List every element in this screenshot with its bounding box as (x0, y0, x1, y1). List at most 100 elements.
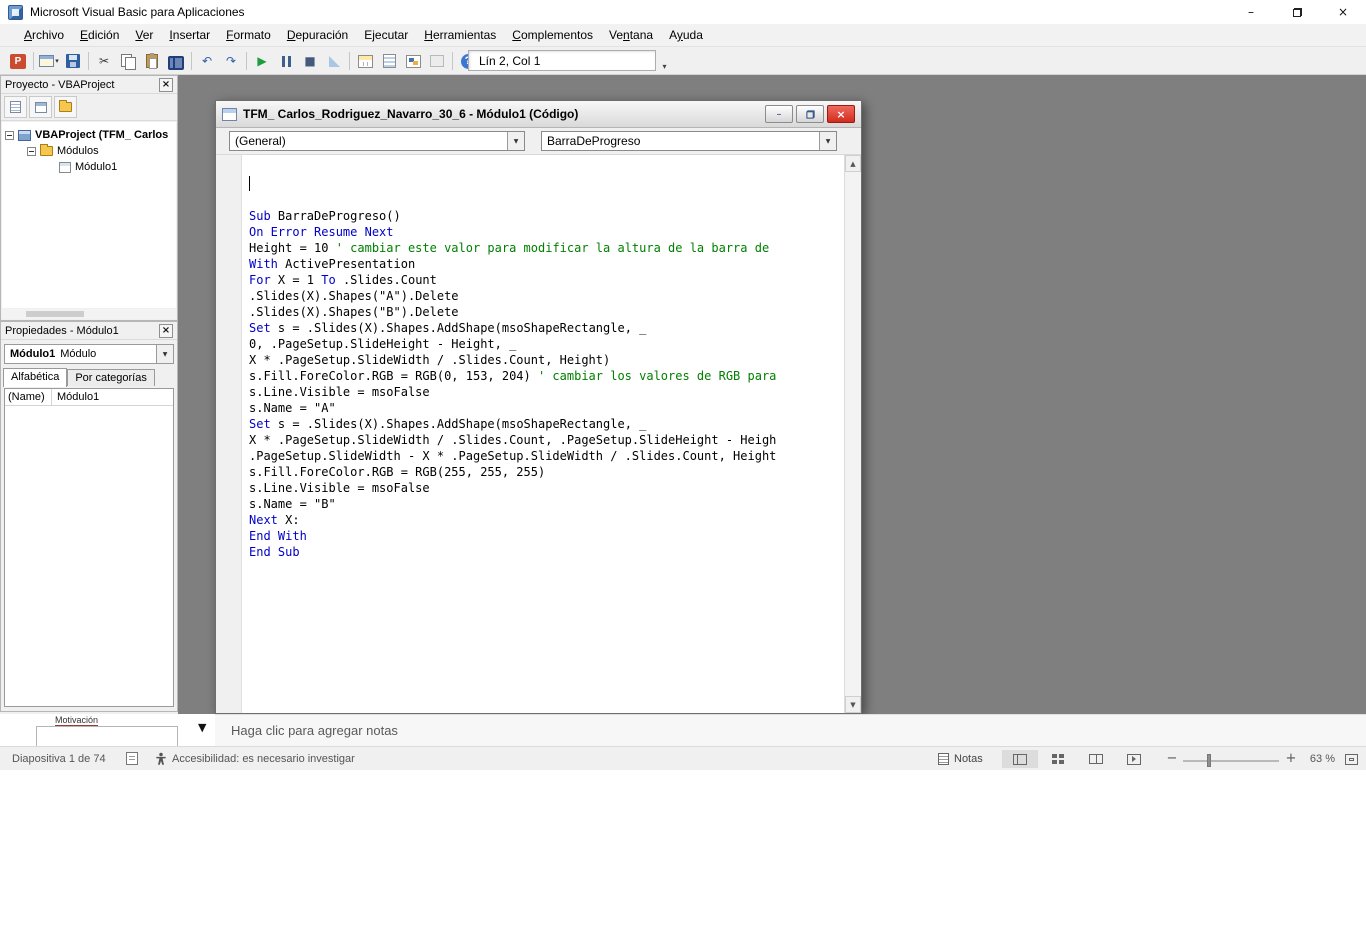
menu-item-complementos[interactable]: Complementos (504, 25, 601, 45)
object-dropdown-arrow-icon[interactable]: ▼ (507, 132, 524, 150)
close-button[interactable]: × (1320, 0, 1366, 24)
properties-panel-titlebar[interactable]: Propiedades - Módulo1 × (1, 322, 177, 340)
object-dropdown[interactable]: (General) ▼ (229, 131, 525, 151)
scroll-down-button[interactable]: ▼ (845, 696, 861, 713)
break-button[interactable] (274, 49, 298, 73)
view-code-button[interactable] (4, 96, 27, 118)
code-line-21[interactable]: End With (249, 528, 844, 544)
collapse-box-icon[interactable] (27, 147, 36, 156)
view-slide-sorter-button[interactable] (1040, 750, 1076, 768)
collapse-box-icon[interactable] (5, 131, 14, 140)
code-line-4[interactable]: With ActivePresentation (249, 256, 844, 272)
procedure-dropdown[interactable]: BarraDeProgreso ▼ (541, 131, 837, 151)
cut-button[interactable]: ✂ (92, 49, 116, 73)
view-normal-button[interactable] (1002, 750, 1038, 768)
view-powerpoint-button[interactable] (6, 49, 30, 73)
code-line-2[interactable]: On Error Resume Next (249, 224, 844, 240)
code-window-titlebar[interactable]: TFM_ Carlos_Rodriguez_Navarro_30_6 - Mód… (216, 101, 861, 128)
tab-por-categorias[interactable]: Por categorías (67, 369, 155, 386)
properties-panel-close-button[interactable]: × (159, 324, 173, 338)
menu-item-ventana[interactable]: Ventana (601, 25, 661, 45)
code-editor[interactable]: Sub BarraDeProgreso()On Error Resume Nex… (242, 155, 844, 713)
view-slideshow-button[interactable] (1116, 750, 1152, 768)
code-line-13[interactable]: s.Name = "A" (249, 400, 844, 416)
find-button[interactable] (164, 49, 188, 73)
hscroll-thumb[interactable] (26, 311, 84, 317)
toggle-folders-button[interactable] (54, 96, 77, 118)
code-line-20[interactable]: Next X: (249, 512, 844, 528)
menu-item-archivo[interactable]: Archivo (16, 25, 72, 45)
code-line-8[interactable]: Set s = .Slides(X).Shapes.AddShape(msoSh… (249, 320, 844, 336)
code-vscrollbar[interactable]: ▲ ▼ (844, 155, 861, 713)
code-window-minimize-button[interactable]: – (765, 105, 793, 123)
property-row-name[interactable]: (Name) Módulo1 (5, 389, 173, 406)
code-line-17[interactable]: s.Fill.ForeColor.RGB = RGB(255, 255, 255… (249, 464, 844, 480)
margin-indicator-bar[interactable] (216, 155, 242, 713)
slide-thumbnail[interactable]: Motivación (0, 714, 215, 746)
proofing-errors-icon[interactable] (126, 752, 138, 765)
copy-button[interactable] (116, 49, 140, 73)
save-button[interactable] (61, 49, 85, 73)
redo-button[interactable]: ↷ (219, 49, 243, 73)
zoom-slider-track[interactable] (1183, 760, 1279, 762)
code-window-close-button[interactable]: × (827, 105, 855, 123)
project-panel-titlebar[interactable]: Proyecto - VBAProject × (1, 76, 177, 94)
run-button[interactable]: ▶ (250, 49, 274, 73)
menu-item-depuracion[interactable]: Depuración (279, 25, 356, 45)
code-line-1[interactable]: Sub BarraDeProgreso() (249, 208, 844, 224)
undo-button[interactable]: ↶ (195, 49, 219, 73)
code-line-16[interactable]: .PageSetup.SlideWidth - X * .PageSetup.S… (249, 448, 844, 464)
code-line-3[interactable]: Height = 10 ' cambiar este valor para mo… (249, 240, 844, 256)
tree-item-vbaproject[interactable]: VBAProject (TFM_ Carlos (2, 127, 176, 143)
view-object-button[interactable] (29, 96, 52, 118)
zoom-slider-thumb[interactable] (1207, 754, 1211, 767)
menu-item-edicion[interactable]: Edición (72, 25, 127, 45)
tree-item-modulo1[interactable]: Módulo1 (2, 159, 176, 175)
code-line-14[interactable]: Set s = .Slides(X).Shapes.AddShape(msoSh… (249, 416, 844, 432)
project-panel-close-button[interactable]: × (159, 78, 173, 92)
menu-item-insertar[interactable]: Insertar (161, 25, 218, 45)
project-explorer-button[interactable] (353, 49, 377, 73)
code-line-12[interactable]: s.Line.Visible = msoFalse (249, 384, 844, 400)
code-line-10[interactable]: X * .PageSetup.SlideWidth / .Slides.Coun… (249, 352, 844, 368)
code-line-5[interactable]: For X = 1 To .Slides.Count (249, 272, 844, 288)
code-line-9[interactable]: 0, .PageSetup.SlideHeight - Height, _ (249, 336, 844, 352)
menu-item-ejecutar[interactable]: Ejecutar (356, 25, 416, 45)
toolbox-button[interactable] (425, 49, 449, 73)
code-line-22[interactable]: End Sub (249, 544, 844, 560)
zoom-out-button[interactable]: − (1164, 751, 1180, 766)
paste-button[interactable] (140, 49, 164, 73)
vba-titlebar[interactable]: Microsoft Visual Basic para Aplicaciones… (0, 0, 1366, 24)
object-browser-button[interactable] (401, 49, 425, 73)
tree-item-modulos[interactable]: Módulos (2, 143, 176, 159)
toolbar-options-button[interactable]: ▾ (658, 50, 671, 71)
properties-window-button[interactable] (377, 49, 401, 73)
restore-button[interactable] (1274, 0, 1320, 24)
menu-item-formato[interactable]: Formato (218, 25, 279, 45)
menu-item-herramientas[interactable]: Herramientas (416, 25, 504, 45)
menu-item-ayuda[interactable]: Ayuda (661, 25, 711, 45)
notes-pane[interactable]: Haga clic para agregar notas (215, 714, 1366, 746)
code-line-15[interactable]: X * .PageSetup.SlideWidth / .Slides.Coun… (249, 432, 844, 448)
code-line-11[interactable]: s.Fill.ForeColor.RGB = RGB(0, 153, 204) … (249, 368, 844, 384)
code-window-restore-button[interactable] (796, 105, 824, 123)
notes-toggle-button[interactable]: Notas (938, 750, 983, 768)
object-selector[interactable]: Módulo1 Módulo ▼ (4, 344, 174, 364)
object-selector-arrow-icon[interactable]: ▼ (156, 345, 173, 363)
code-line-7[interactable]: .Slides(X).Shapes("B").Delete (249, 304, 844, 320)
procedure-dropdown-arrow-icon[interactable]: ▼ (819, 132, 836, 150)
code-line-19[interactable]: s.Name = "B" (249, 496, 844, 512)
pane-splitter-arrow-icon[interactable]: ▼ (198, 721, 206, 734)
insert-userform-button[interactable]: ▾ (37, 49, 61, 73)
minimize-button[interactable]: – (1228, 0, 1274, 24)
design-mode-button[interactable] (322, 49, 346, 73)
menu-item-ver[interactable]: Ver (127, 25, 161, 45)
fit-slide-button[interactable] (1342, 751, 1360, 768)
view-reading-button[interactable] (1078, 750, 1114, 768)
accessibility-status[interactable]: Accesibilidad: es necesario investigar (172, 753, 355, 765)
code-line-6[interactable]: .Slides(X).Shapes("A").Delete (249, 288, 844, 304)
code-line-18[interactable]: s.Line.Visible = msoFalse (249, 480, 844, 496)
insert-userform-dropdown-arrow-icon[interactable]: ▾ (55, 57, 59, 65)
slide-indicator[interactable]: Diapositiva 1 de 74 (12, 753, 106, 765)
scroll-up-button[interactable]: ▲ (845, 155, 861, 172)
